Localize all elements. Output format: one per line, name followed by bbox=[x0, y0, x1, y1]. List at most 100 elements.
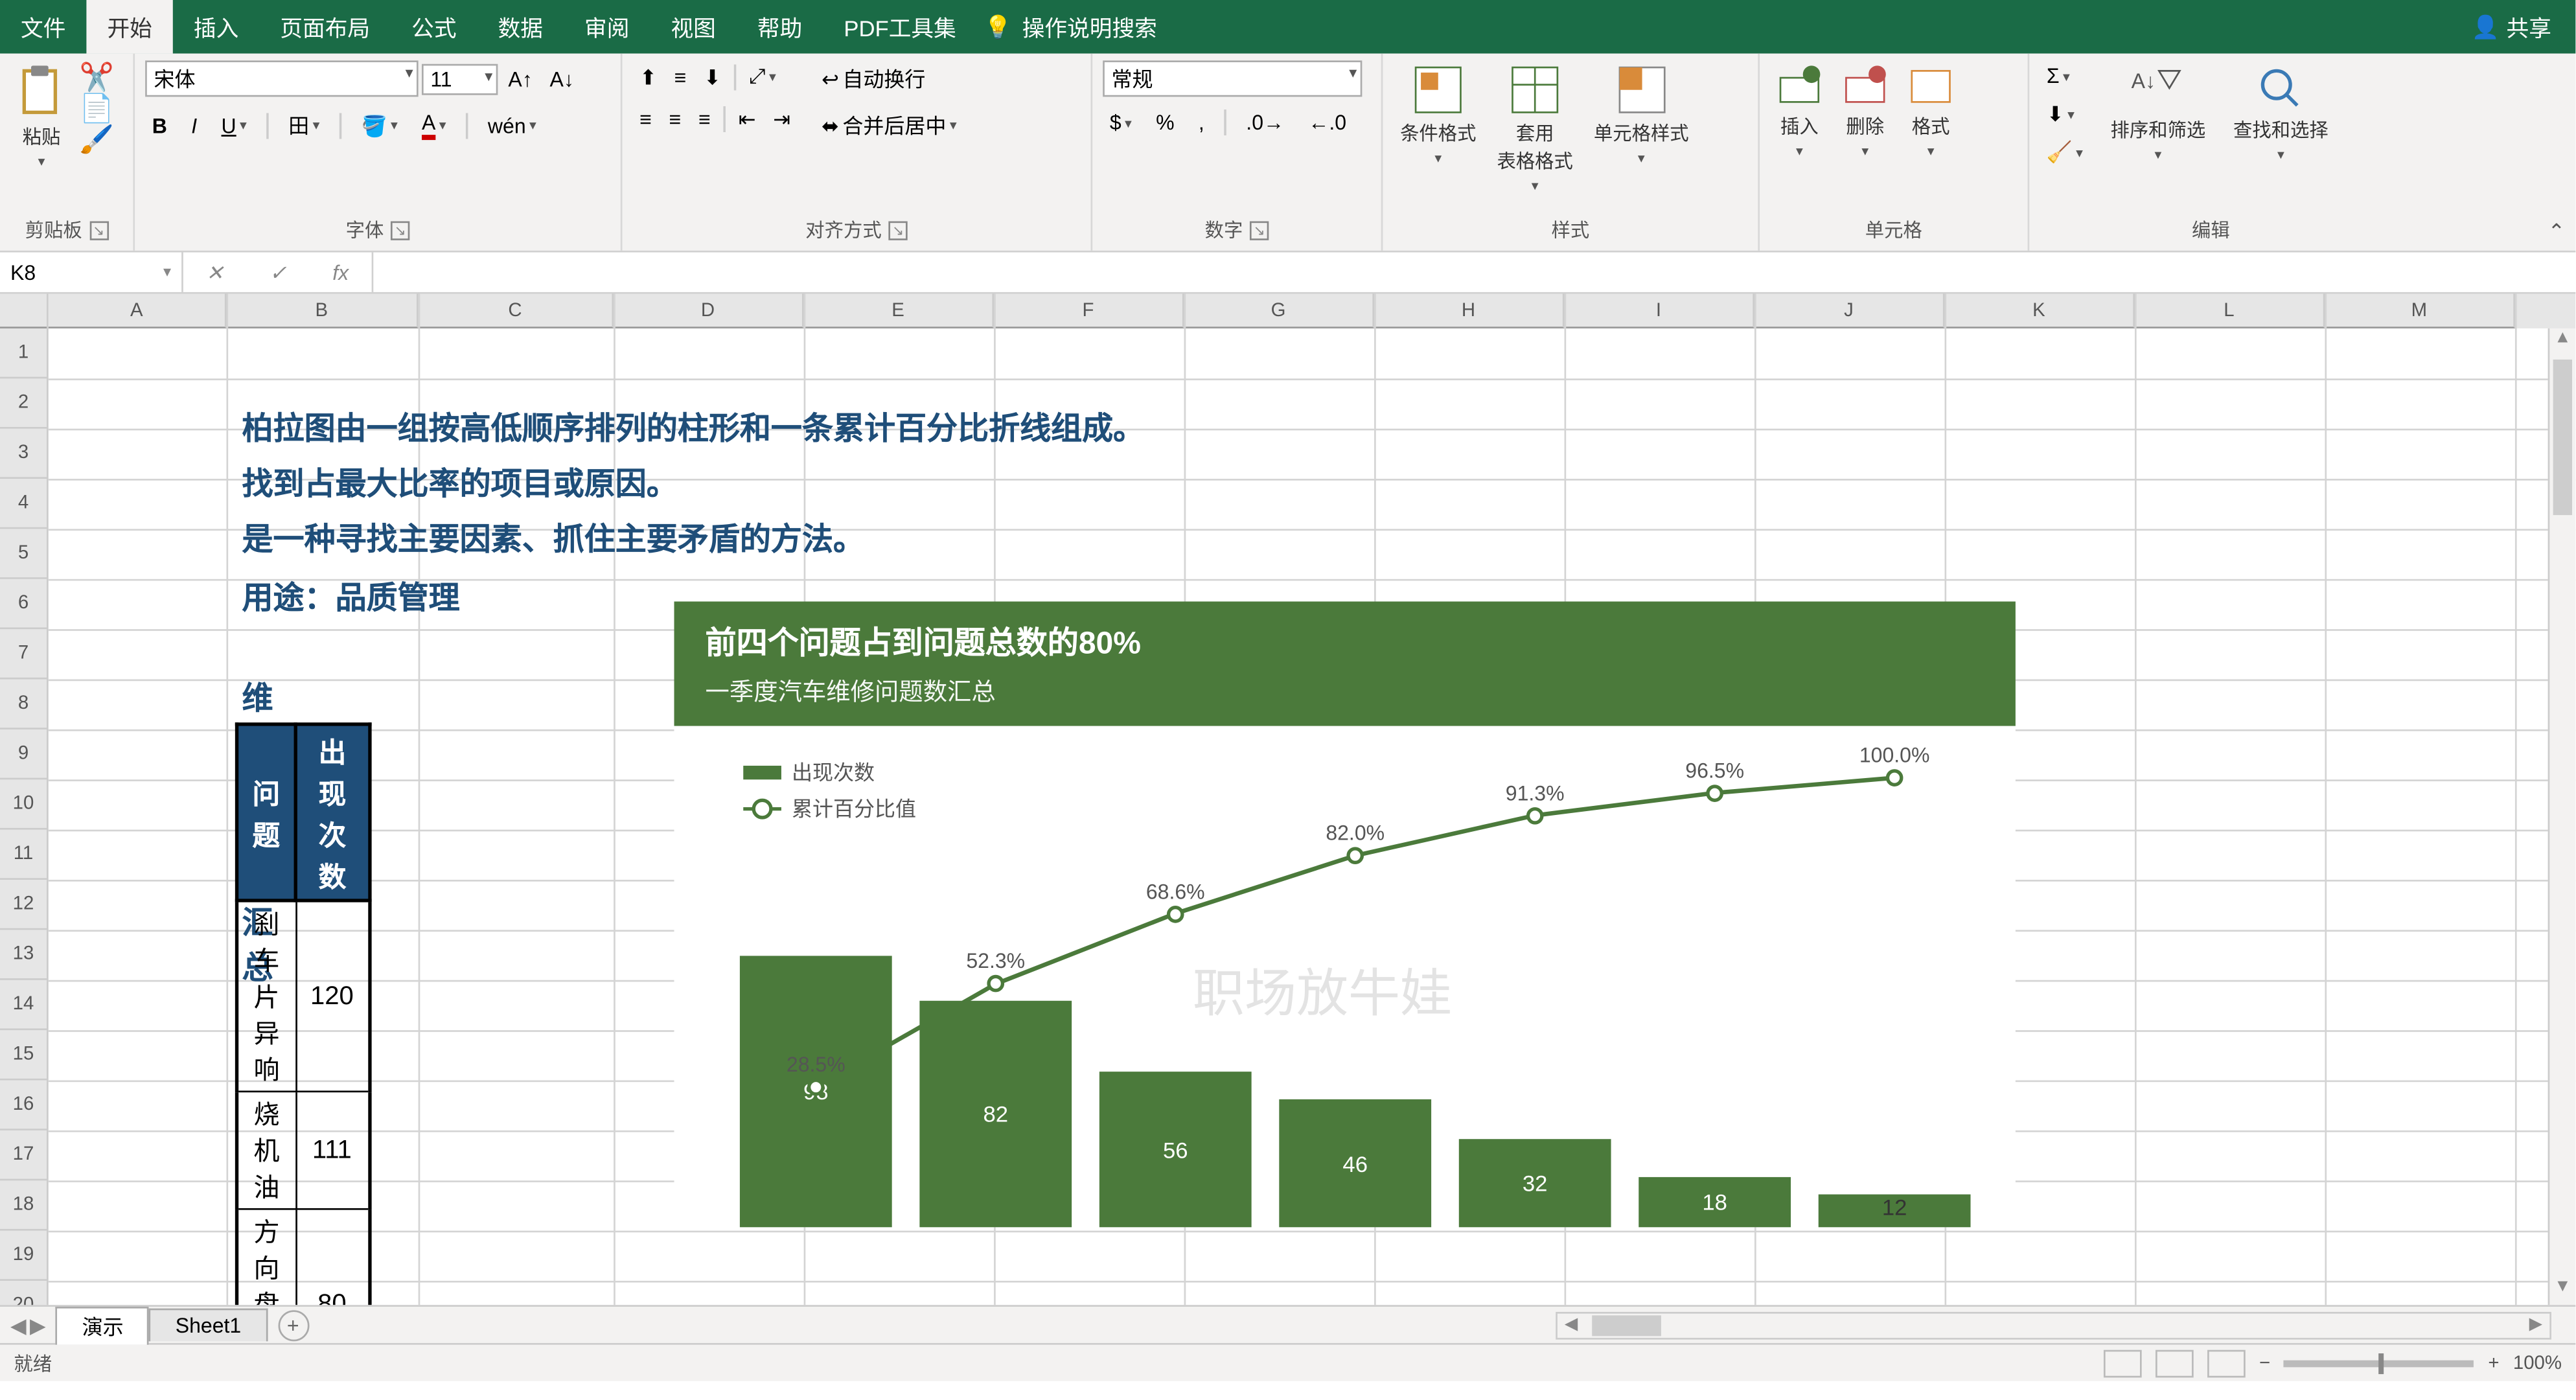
tab-help[interactable]: 帮助 bbox=[737, 0, 823, 54]
pareto-chart[interactable]: 前四个问题占到问题总数的80% 一季度汽车维修问题数汇总 出现次数 累计百分比值… bbox=[674, 601, 2016, 1227]
horizontal-scrollbar[interactable]: ◀ ▶ bbox=[1556, 1311, 2551, 1339]
row-header[interactable]: 18 bbox=[0, 1180, 47, 1230]
row-header[interactable]: 3 bbox=[0, 429, 47, 479]
row-header[interactable]: 6 bbox=[0, 579, 47, 629]
font-color-button[interactable]: A▾ bbox=[415, 107, 453, 143]
fx-icon[interactable]: fx bbox=[332, 260, 349, 284]
accept-formula-icon[interactable]: ✓ bbox=[270, 260, 287, 284]
tell-me-search[interactable]: 💡 操作说明搜索 bbox=[984, 0, 1157, 54]
collapse-ribbon-icon[interactable]: ⌃ bbox=[2547, 220, 2565, 244]
cut-icon[interactable]: ✂️ bbox=[80, 60, 108, 88]
vscroll-thumb[interactable] bbox=[2553, 360, 2572, 515]
row-header[interactable]: 15 bbox=[0, 1030, 47, 1080]
hscroll-left-icon[interactable]: ◀ bbox=[1558, 1315, 1585, 1334]
zoom-level[interactable]: 100% bbox=[2513, 1353, 2562, 1373]
formula-input[interactable] bbox=[373, 253, 2575, 292]
indent-decrease-icon[interactable]: ⇤ bbox=[731, 104, 763, 135]
scroll-up-icon[interactable]: ▲ bbox=[2549, 328, 2575, 356]
tab-formula[interactable]: 公式 bbox=[391, 0, 477, 54]
decrease-decimal-icon[interactable]: ←.0 bbox=[1302, 107, 1353, 138]
row-header[interactable]: 4 bbox=[0, 479, 47, 529]
row-header[interactable]: 19 bbox=[0, 1231, 47, 1281]
tab-view[interactable]: 视图 bbox=[650, 0, 736, 54]
increase-font-icon[interactable]: A↑ bbox=[501, 63, 540, 94]
indent-increase-icon[interactable]: ⇥ bbox=[766, 104, 798, 135]
orientation-icon[interactable]: ⤢▾ bbox=[742, 60, 783, 93]
tab-pdf[interactable]: PDF工具集 bbox=[823, 0, 976, 54]
sheet-nav-next-icon[interactable]: ▶ bbox=[30, 1313, 46, 1337]
hscroll-thumb[interactable] bbox=[1592, 1314, 1661, 1335]
row-header[interactable]: 10 bbox=[0, 779, 47, 829]
row-header[interactable]: 7 bbox=[0, 629, 47, 679]
dialog-launcher-icon[interactable]: ↘ bbox=[391, 220, 409, 239]
zoom-slider[interactable] bbox=[2284, 1359, 2474, 1366]
fill-button[interactable]: ⬇▾ bbox=[2040, 98, 2089, 130]
number-format-select[interactable]: 常规 bbox=[1103, 60, 1362, 97]
fill-color-button[interactable]: 🪣▾ bbox=[354, 109, 404, 141]
select-all-triangle[interactable] bbox=[0, 294, 47, 328]
dialog-launcher-icon[interactable]: ↘ bbox=[888, 220, 907, 239]
paste-button[interactable]: 粘贴 ▾ bbox=[10, 60, 73, 172]
tab-layout[interactable]: 页面布局 bbox=[259, 0, 391, 54]
underline-button[interactable]: U▾ bbox=[214, 109, 254, 141]
row-header[interactable]: 14 bbox=[0, 980, 47, 1030]
find-select-button[interactable]: 查找和选择▾ bbox=[2226, 60, 2335, 166]
normal-view-icon[interactable] bbox=[2104, 1349, 2142, 1377]
dialog-launcher-icon[interactable]: ↘ bbox=[1250, 220, 1269, 239]
font-size-select[interactable]: 11 bbox=[422, 63, 498, 94]
align-middle-icon[interactable]: ≡ bbox=[667, 62, 693, 93]
autosum-button[interactable]: Σ▾ bbox=[2040, 60, 2089, 91]
vertical-scrollbar[interactable]: ▲ ▼ bbox=[2548, 328, 2576, 1305]
tab-file[interactable]: 文件 bbox=[0, 0, 86, 54]
align-left-icon[interactable]: ≡ bbox=[632, 104, 658, 135]
sheet-tab-active[interactable]: 演示 bbox=[56, 1306, 150, 1344]
tab-home[interactable]: 开始 bbox=[86, 0, 172, 54]
row-header[interactable]: 8 bbox=[0, 680, 47, 729]
align-right-icon[interactable]: ≡ bbox=[691, 104, 717, 135]
format-painter-icon[interactable]: 🖌️ bbox=[80, 122, 108, 150]
cells-pane[interactable]: ABCDEFGHIJKLM 柏拉图由一组按高低顺序排列的柱形和一条累计百分比折线… bbox=[49, 294, 2576, 1305]
tab-insert[interactable]: 插入 bbox=[173, 0, 259, 54]
sheet-nav-prev-icon[interactable]: ◀ bbox=[10, 1313, 27, 1337]
font-name-select[interactable]: 宋体 bbox=[145, 60, 419, 97]
sort-filter-button[interactable]: A↓ 排序和筛选▾ bbox=[2104, 60, 2213, 166]
merge-center-button[interactable]: ⬌ 合并后居中 ▾ bbox=[815, 107, 964, 143]
row-header[interactable]: 12 bbox=[0, 880, 47, 930]
cancel-formula-icon[interactable]: ✕ bbox=[206, 260, 224, 284]
tab-data[interactable]: 数据 bbox=[477, 0, 564, 54]
zoom-out-button[interactable]: − bbox=[2259, 1353, 2270, 1373]
page-break-view-icon[interactable] bbox=[2207, 1349, 2246, 1377]
share-button[interactable]: 👤 共享 bbox=[2472, 0, 2551, 54]
align-center-icon[interactable]: ≡ bbox=[662, 104, 688, 135]
add-sheet-button[interactable]: + bbox=[277, 1309, 308, 1340]
sheet-tab-2[interactable]: Sheet1 bbox=[150, 1309, 268, 1342]
row-header[interactable]: 17 bbox=[0, 1130, 47, 1180]
percent-format-icon[interactable]: % bbox=[1149, 107, 1181, 138]
name-box[interactable]: K8 bbox=[0, 253, 183, 292]
bold-button[interactable]: B bbox=[145, 109, 174, 141]
cell-styles-button[interactable]: 单元格样式▾ bbox=[1587, 60, 1696, 169]
italic-button[interactable]: I bbox=[185, 109, 204, 141]
scroll-down-icon[interactable]: ▼ bbox=[2549, 1278, 2575, 1305]
format-cells-button[interactable]: 格式▾ bbox=[1902, 60, 1961, 162]
row-header[interactable]: 2 bbox=[0, 378, 47, 428]
page-layout-view-icon[interactable] bbox=[2156, 1349, 2194, 1377]
phonetic-button[interactable]: wén▾ bbox=[481, 109, 543, 141]
decrease-font-icon[interactable]: A↓ bbox=[543, 63, 581, 94]
conditional-formatting-button[interactable]: 条件格式▾ bbox=[1393, 60, 1483, 169]
wrap-text-button[interactable]: ↩ 自动换行 bbox=[815, 60, 964, 97]
border-button[interactable]: 田▾ bbox=[282, 107, 327, 143]
dialog-launcher-icon[interactable]: ↘ bbox=[89, 220, 108, 239]
insert-cells-button[interactable]: 插入▾ bbox=[1770, 60, 1829, 162]
copy-icon[interactable]: 📄 bbox=[80, 91, 108, 119]
delete-cells-button[interactable]: 删除▾ bbox=[1835, 60, 1894, 162]
zoom-in-button[interactable]: + bbox=[2488, 1353, 2499, 1373]
row-header[interactable]: 11 bbox=[0, 830, 47, 880]
align-bottom-icon[interactable]: ⬇ bbox=[696, 62, 728, 93]
increase-decimal-icon[interactable]: .0→ bbox=[1239, 107, 1291, 138]
format-as-table-button[interactable]: 套用 表格格式▾ bbox=[1490, 60, 1580, 197]
row-header[interactable]: 1 bbox=[0, 328, 47, 378]
row-header[interactable]: 13 bbox=[0, 930, 47, 980]
row-header[interactable]: 5 bbox=[0, 529, 47, 579]
clear-button[interactable]: 🧹▾ bbox=[2040, 137, 2089, 168]
